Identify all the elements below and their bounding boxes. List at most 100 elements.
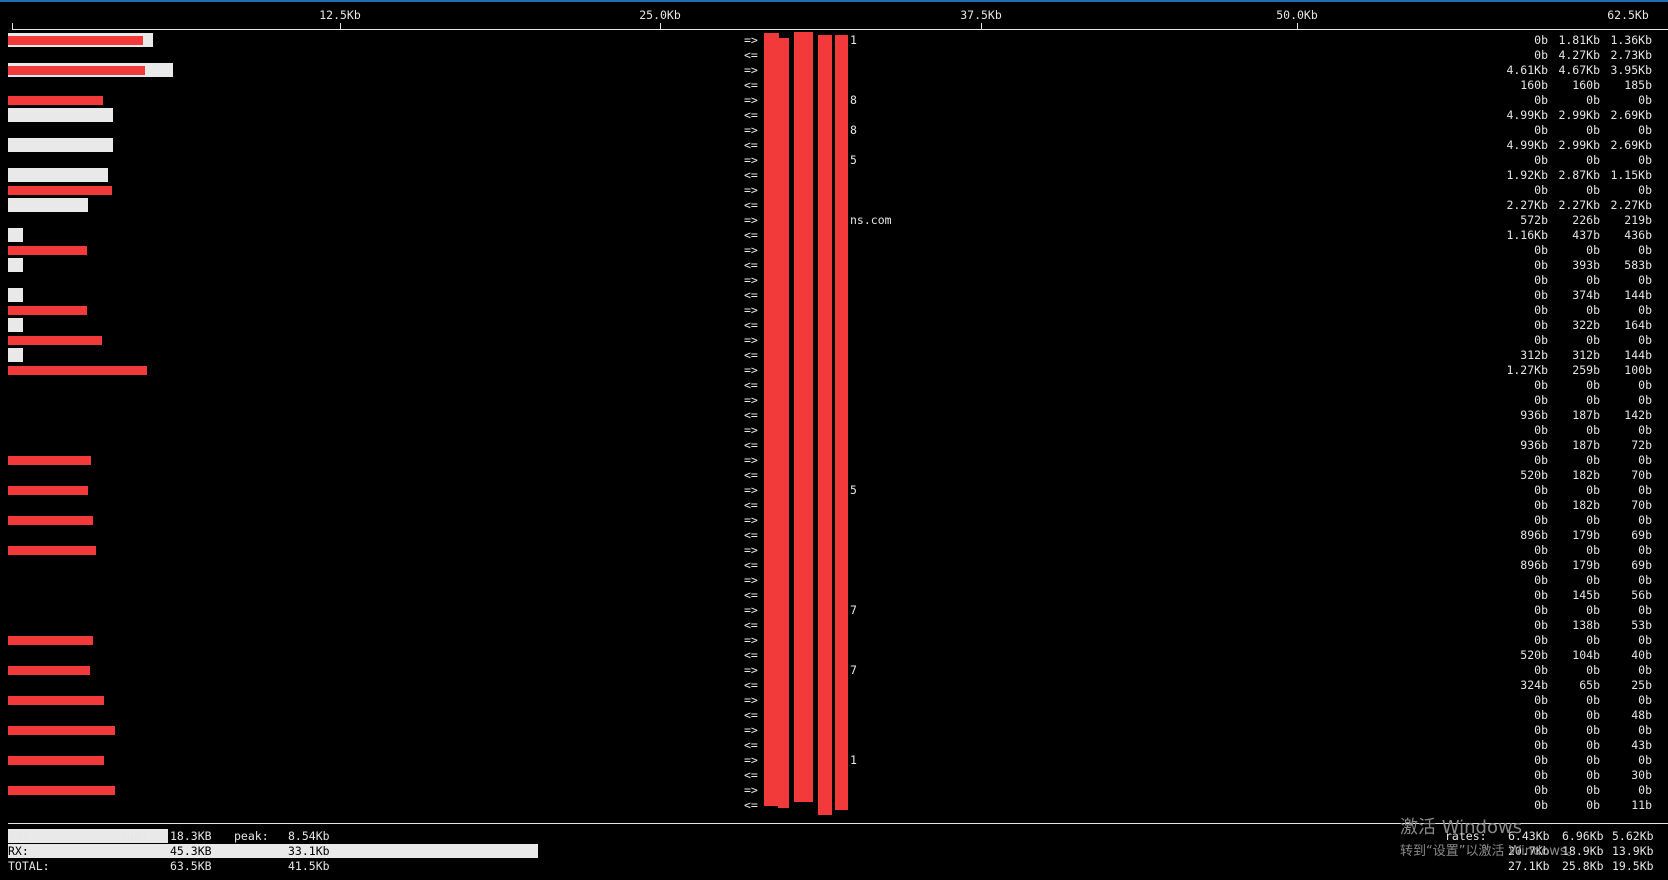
- connection-row: => 8 0b 0b 0b: [0, 93, 1668, 108]
- cum-label: cum:: [120, 829, 148, 843]
- connection-row: <= 0b 0b 43b: [0, 738, 1668, 753]
- direction-arrow: <=: [744, 738, 758, 752]
- rx-cum: 45.3KB: [170, 844, 212, 858]
- direction-arrow: =>: [744, 603, 758, 617]
- rate-40s: 0b: [1638, 543, 1652, 557]
- connection-row: <= 0b 322b 164b: [0, 318, 1668, 333]
- rate-40s: 0b: [1638, 378, 1652, 392]
- destination-host: 7: [850, 603, 857, 617]
- host-redaction: [8, 336, 102, 345]
- direction-arrow: <=: [744, 438, 758, 452]
- rate-40s: 0b: [1638, 783, 1652, 797]
- host-redaction: [8, 66, 145, 75]
- rate-40s: 0b: [1638, 423, 1652, 437]
- host-redaction: [8, 246, 87, 255]
- direction-arrow: <=: [744, 798, 758, 812]
- traffic-bar: [8, 198, 88, 212]
- connection-row: <= 936b 187b 72b: [0, 438, 1668, 453]
- rate-40s: 70b: [1631, 468, 1652, 482]
- total-row: TOTAL: 63.5KB 41.5Kb 27.1Kb 25.8Kb 19.5K…: [0, 859, 1668, 874]
- direction-arrow: =>: [744, 783, 758, 797]
- destination-host: 8: [850, 123, 857, 137]
- host-redaction: [8, 726, 115, 735]
- direction-arrow: <=: [744, 168, 758, 182]
- direction-arrow: <=: [744, 528, 758, 542]
- traffic-bar: [8, 168, 108, 182]
- direction-arrow: <=: [744, 378, 758, 392]
- direction-arrow: <=: [744, 618, 758, 632]
- rate-40s: 0b: [1638, 93, 1652, 107]
- direction-arrow: =>: [744, 423, 758, 437]
- rate-40s: 436b: [1624, 228, 1652, 242]
- rate-40s: 0b: [1638, 753, 1652, 767]
- direction-arrow: =>: [744, 243, 758, 257]
- host-redaction: [8, 306, 87, 315]
- destination-host: 5: [850, 483, 857, 497]
- rate-40s: 144b: [1624, 288, 1652, 302]
- rate-40s: 144b: [1624, 348, 1652, 362]
- connection-row: <= 0b 0b 11b: [0, 798, 1668, 813]
- rate-40s: 0b: [1638, 333, 1652, 347]
- direction-arrow: <=: [744, 288, 758, 302]
- connection-row: <= 0b 374b 144b: [0, 288, 1668, 303]
- host-redaction: [8, 186, 112, 195]
- rate-40s: 583b: [1624, 258, 1652, 272]
- rate-40s: 0b: [1638, 573, 1652, 587]
- connection-row: => 7 0b 0b 0b: [0, 603, 1668, 618]
- connection-row: <= 936b 187b 142b: [0, 408, 1668, 423]
- direction-arrow: =>: [744, 183, 758, 197]
- host-redaction: [8, 546, 96, 555]
- connection-row: <= 160b 160b 185b: [0, 78, 1668, 93]
- connection-row: <= 0b 0b 30b: [0, 768, 1668, 783]
- connection-row: => 0b 0b 0b: [0, 633, 1668, 648]
- direction-arrow: <=: [744, 318, 758, 332]
- host-redaction: [8, 696, 104, 705]
- connection-row: <= 896b 179b 69b: [0, 558, 1668, 573]
- tx-peak: 8.54Kb: [288, 829, 330, 843]
- connection-row: <= 0b 0b 0b: [0, 378, 1668, 393]
- traffic-bar: [8, 138, 113, 152]
- scale-label-5: 62.5Kb: [1607, 8, 1649, 22]
- redaction-block: [835, 35, 848, 810]
- destination-host: ns.com: [850, 213, 892, 227]
- rate-40s: 0b: [1638, 693, 1652, 707]
- direction-arrow: =>: [744, 303, 758, 317]
- rate-40s: 48b: [1631, 708, 1652, 722]
- tx-rate-40s: 5.62Kb: [1612, 829, 1654, 843]
- direction-arrow: <=: [744, 48, 758, 62]
- scale-label-2: 25.0Kb: [639, 8, 681, 22]
- rate-40s: 43b: [1631, 738, 1652, 752]
- rate-40s: 142b: [1624, 408, 1652, 422]
- direction-arrow: =>: [744, 213, 758, 227]
- rate-40s: 0b: [1638, 393, 1652, 407]
- destination-host: 5: [850, 153, 857, 167]
- traffic-bar: [8, 228, 23, 242]
- host-redaction: [8, 96, 103, 105]
- connection-row: => 4.61Kb 4.67Kb 3.95Kb: [0, 63, 1668, 78]
- destination-host: 1: [850, 33, 857, 47]
- traffic-bar: [8, 318, 23, 332]
- direction-arrow: <=: [744, 228, 758, 242]
- connection-row: <= 1.16Kb 437b 436b: [0, 228, 1668, 243]
- connection-row: <= 2.27Kb 2.27Kb 2.27Kb: [0, 198, 1668, 213]
- direction-arrow: =>: [744, 573, 758, 587]
- connection-row: => 1 0b 1.81Kb 1.36Kb: [0, 33, 1668, 48]
- connection-row: => 8 0b 0b 0b: [0, 123, 1668, 138]
- windows-activation-hint: 转到“设置”以激活 Windows。: [1400, 844, 1580, 859]
- host-redaction: [8, 516, 93, 525]
- total-peak: 41.5Kb: [288, 859, 330, 873]
- redaction-block: [794, 32, 813, 802]
- direction-arrow: <=: [744, 468, 758, 482]
- direction-arrow: =>: [744, 543, 758, 557]
- windows-activation-title: 激活 Windows: [1400, 817, 1523, 838]
- direction-arrow: =>: [744, 123, 758, 137]
- traffic-bar: [8, 108, 113, 122]
- host-redaction: [8, 486, 88, 495]
- direction-arrow: <=: [744, 498, 758, 512]
- connection-row: => 0b 0b 0b: [0, 693, 1668, 708]
- bandwidth-scale: 12.5Kb 25.0Kb 37.5Kb 50.0Kb 62.5Kb: [0, 2, 1668, 30]
- direction-arrow: <=: [744, 348, 758, 362]
- rate-40s: 100b: [1624, 363, 1652, 377]
- direction-arrow: =>: [744, 93, 758, 107]
- rate-40s: 56b: [1631, 588, 1652, 602]
